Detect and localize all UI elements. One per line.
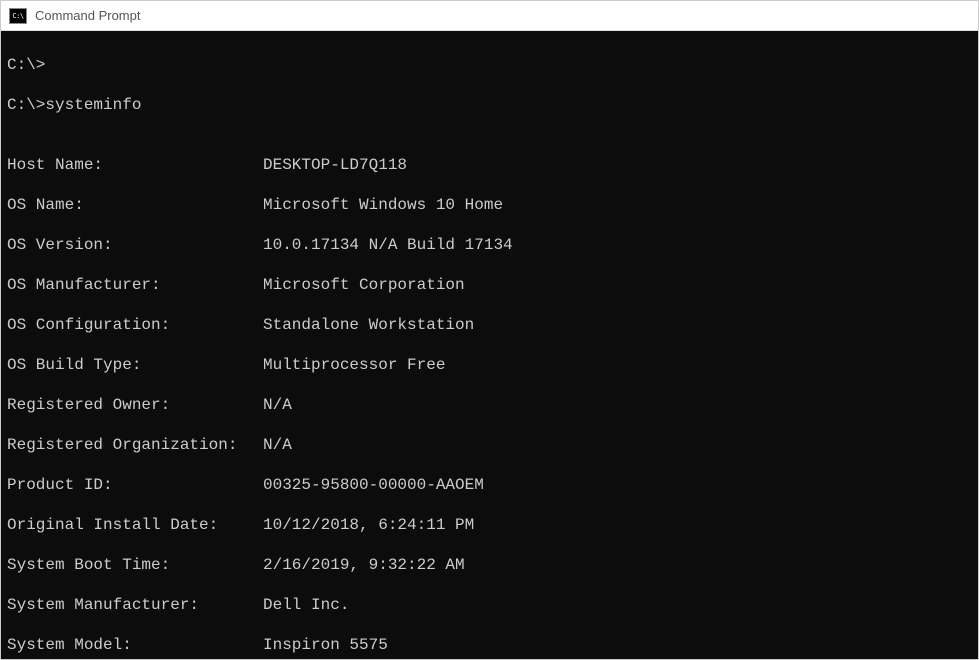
info-value: Inspiron 5575 (263, 635, 388, 655)
info-label: System Model: (7, 635, 263, 655)
info-os-configuration: OS Configuration:Standalone Workstation (7, 315, 972, 335)
prompt-line: C:\> (7, 55, 972, 75)
info-host-name: Host Name:DESKTOP-LD7Q118 (7, 155, 972, 175)
info-label: OS Version: (7, 235, 263, 255)
info-label: OS Configuration: (7, 315, 263, 335)
info-value: 10.0.17134 N/A Build 17134 (263, 235, 513, 255)
info-label: Product ID: (7, 475, 263, 495)
info-value: 00325-95800-00000-AAOEM (263, 475, 484, 495)
info-value: 10/12/2018, 6:24:11 PM (263, 515, 474, 535)
info-label: OS Build Type: (7, 355, 263, 375)
info-registered-organization: Registered Organization:N/A (7, 435, 972, 455)
cmd-icon (9, 8, 27, 24)
info-label: System Boot Time: (7, 555, 263, 575)
info-value: N/A (263, 435, 292, 455)
info-value: Microsoft Windows 10 Home (263, 195, 503, 215)
info-value: Microsoft Corporation (263, 275, 465, 295)
info-product-id: Product ID:00325-95800-00000-AAOEM (7, 475, 972, 495)
info-value: DESKTOP-LD7Q118 (263, 155, 407, 175)
info-boot-time: System Boot Time:2/16/2019, 9:32:22 AM (7, 555, 972, 575)
window-title: Command Prompt (35, 8, 140, 23)
info-os-version: OS Version:10.0.17134 N/A Build 17134 (7, 235, 972, 255)
info-label: OS Manufacturer: (7, 275, 263, 295)
info-value: 2/16/2019, 9:32:22 AM (263, 555, 465, 575)
command-line: C:\>systeminfo (7, 95, 972, 115)
info-label: System Manufacturer: (7, 595, 263, 615)
title-bar[interactable]: Command Prompt (1, 1, 978, 31)
info-os-manufacturer: OS Manufacturer:Microsoft Corporation (7, 275, 972, 295)
info-registered-owner: Registered Owner:N/A (7, 395, 972, 415)
info-install-date: Original Install Date:10/12/2018, 6:24:1… (7, 515, 972, 535)
info-label: Registered Owner: (7, 395, 263, 415)
info-value: Standalone Workstation (263, 315, 474, 335)
info-os-build-type: OS Build Type:Multiprocessor Free (7, 355, 972, 375)
info-label: Host Name: (7, 155, 263, 175)
info-value: Dell Inc. (263, 595, 349, 615)
info-value: N/A (263, 395, 292, 415)
info-label: Original Install Date: (7, 515, 263, 535)
info-label: Registered Organization: (7, 435, 263, 455)
info-system-manufacturer: System Manufacturer:Dell Inc. (7, 595, 972, 615)
info-system-model: System Model:Inspiron 5575 (7, 635, 972, 655)
info-os-name: OS Name:Microsoft Windows 10 Home (7, 195, 972, 215)
info-value: Multiprocessor Free (263, 355, 445, 375)
command-prompt-window: Command Prompt C:\> C:\>systeminfo Host … (0, 0, 979, 660)
info-label: OS Name: (7, 195, 263, 215)
terminal-area[interactable]: C:\> C:\>systeminfo Host Name:DESKTOP-LD… (1, 31, 978, 659)
